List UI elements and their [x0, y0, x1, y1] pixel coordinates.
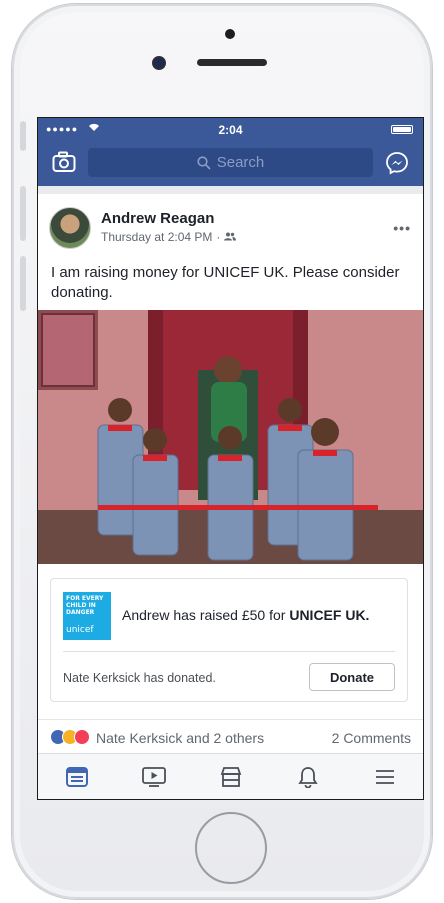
avatar[interactable] — [49, 207, 91, 249]
unicef-logo: FOR EVERY CHILD IN DANGER unicef — [63, 592, 111, 640]
love-reaction-icon — [74, 729, 90, 745]
friends-audience-icon — [224, 230, 237, 244]
battery-icon — [391, 125, 413, 134]
post-photo[interactable] — [38, 310, 423, 564]
post-author[interactable]: Andrew Reagan — [101, 210, 214, 227]
phone-screen: ●●●●● 2:04 Search Andrew Reagan Thursday… — [37, 117, 424, 800]
fundraiser-card[interactable]: FOR EVERY CHILD IN DANGER unicef Andrew … — [50, 578, 408, 702]
home-button[interactable] — [195, 812, 267, 884]
volume-up-button — [20, 186, 26, 241]
donate-button[interactable]: Donate — [309, 663, 395, 691]
front-camera — [152, 56, 166, 70]
card-divider — [63, 651, 395, 652]
reaction-names[interactable]: Nate Kerksick and 2 others — [96, 730, 264, 746]
status-time: 2:04 — [218, 123, 243, 137]
tab-notifications[interactable] — [269, 754, 346, 799]
search-bar[interactable]: Search — [88, 148, 373, 177]
tab-video[interactable] — [115, 754, 192, 799]
fundraiser-raised-text: Andrew has raised £50 for UNICEF UK. — [122, 607, 370, 623]
bottom-tab-bar — [38, 753, 423, 799]
search-icon — [197, 155, 211, 170]
donated-text: Nate Kerksick has donated. — [63, 671, 216, 685]
tab-marketplace[interactable] — [192, 754, 269, 799]
earpiece-speaker — [197, 59, 267, 66]
reactions-row: Nate Kerksick and 2 others 2 Comments — [38, 719, 423, 755]
comments-count[interactable]: 2 Comments — [332, 730, 411, 746]
post-meta: Thursday at 2:04 PM · — [101, 230, 237, 244]
notifications-icon — [297, 766, 318, 788]
proximity-sensor — [225, 29, 235, 39]
status-bar: ●●●●● 2:04 — [38, 122, 423, 138]
top-navigation-bar: ●●●●● 2:04 Search — [38, 118, 423, 186]
feed-post: Andrew Reagan Thursday at 2:04 PM · ••• … — [38, 194, 423, 719]
children-celebrating-photo — [38, 310, 423, 564]
fundraiser-org[interactable]: UNICEF UK. — [289, 607, 369, 623]
video-icon — [141, 766, 166, 787]
volume-down-button — [20, 256, 26, 311]
post-message: I am raising money for UNICEF UK. Please… — [51, 264, 400, 301]
post-timestamp[interactable]: Thursday at 2:04 PM — [101, 230, 212, 244]
tab-news-feed[interactable] — [38, 754, 115, 799]
news-feed-icon — [65, 766, 88, 787]
camera-icon[interactable] — [52, 151, 76, 173]
meta-separator: · — [216, 230, 221, 244]
menu-icon — [375, 769, 394, 784]
messenger-icon[interactable] — [385, 151, 409, 175]
more-options-icon[interactable]: ••• — [393, 220, 411, 236]
mute-switch — [20, 121, 26, 151]
tab-menu[interactable] — [346, 754, 423, 799]
search-placeholder: Search — [216, 154, 265, 171]
marketplace-icon — [220, 766, 241, 787]
